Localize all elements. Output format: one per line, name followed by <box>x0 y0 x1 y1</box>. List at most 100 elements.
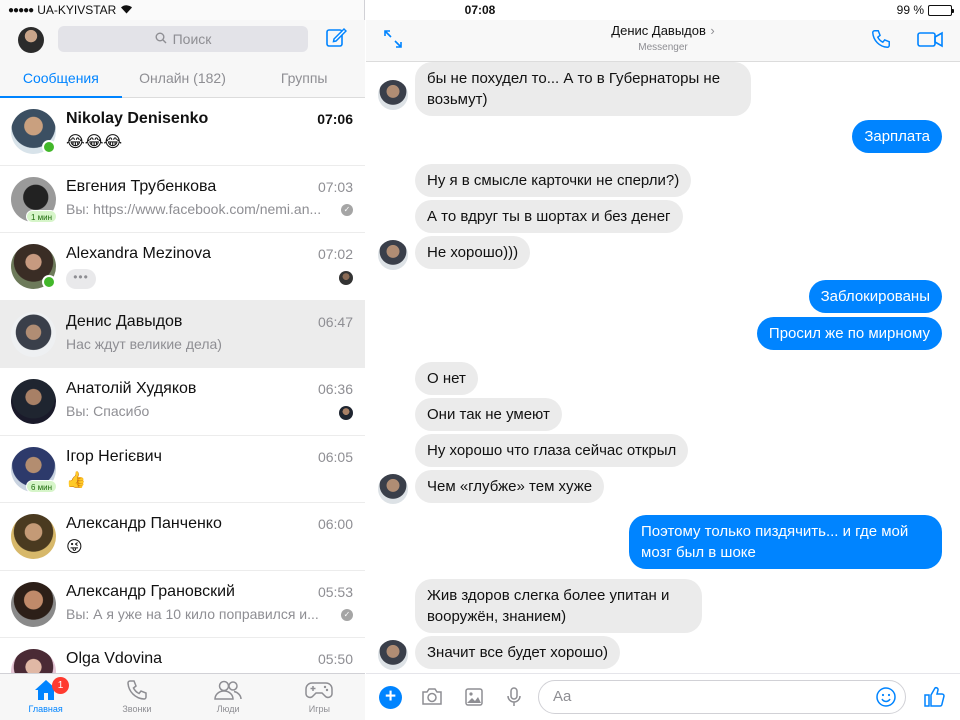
message-bubble-incoming[interactable]: Чем «глубже» тем хуже <box>415 470 605 503</box>
message-line: Не хорошо))) <box>427 244 519 261</box>
battery-info: 99 % <box>896 3 954 17</box>
contact-name: Денис Давыдов <box>611 23 706 38</box>
sidebar-header: Поиск Сообщения Онлайн (182) Группы <box>0 20 365 98</box>
people-icon <box>214 680 242 700</box>
phone-icon[interactable] <box>870 28 892 50</box>
bottom-tab-label: Игры <box>308 704 330 714</box>
conversation-row[interactable]: Александр Панченко 06:00 😜 <box>0 503 365 571</box>
message-bubble-incoming[interactable]: Значит все будет хорошо) <box>415 636 621 669</box>
conversation-row[interactable]: 1 мин Евгения Трубенкова 07:03 Вы: https… <box>0 166 365 233</box>
tab-online[interactable]: Онлайн (182) <box>122 62 244 98</box>
message-input[interactable]: Aa <box>538 680 906 714</box>
conversation-name: Olga Vdovina <box>66 650 163 667</box>
conversation-row[interactable]: Александр Грановский 05:53 Вы: А я уже н… <box>0 571 365 638</box>
contact-avatar <box>378 240 408 270</box>
contact-avatar <box>378 80 408 110</box>
avatar <box>11 311 56 357</box>
bottom-tab-people[interactable]: Люди <box>183 674 274 720</box>
message-line: мозг был в шоке <box>641 544 756 561</box>
sent-check-icon: ✓ <box>341 203 353 216</box>
conversation-name: Александр Грановский <box>66 582 235 600</box>
message-line: Жив здоров слегка более упитан и <box>427 587 670 604</box>
message-bubble-incoming[interactable]: Ну я в смысле карточки не сперли?) <box>415 164 692 197</box>
conversation-name: Анатолій Худяков <box>66 380 197 397</box>
message-bubble-incoming[interactable]: бы не похудел то... А то в Губернаторы н… <box>415 62 751 116</box>
contact-avatar <box>378 640 408 670</box>
message-bubble-incoming[interactable]: А то вдруг ты в шортах и без денег <box>415 200 683 233</box>
conversation-row[interactable]: Alexandra Mezinova 07:02 ••• <box>0 233 365 301</box>
message-line: Ну я в смысле карточки не сперли?) <box>427 172 680 189</box>
message-line: Ну хорошо что глаза сейчас открыл <box>427 442 677 459</box>
message-bubble-outgoing[interactable]: Зарплата <box>852 120 942 153</box>
conversation-time: 06:00 <box>317 516 353 532</box>
message-bubble-incoming[interactable]: О нет <box>415 362 478 395</box>
conversation-name: Денис Давыдов <box>66 312 183 330</box>
conversation-row[interactable]: 6 мин Ігор Негієвич 06:05 👍 <box>0 436 365 503</box>
tab-groups[interactable]: Группы <box>243 62 365 98</box>
online-indicator <box>42 140 56 154</box>
message-line: Чем «глубже» тем хуже <box>427 478 593 495</box>
conversation-time: 07:02 <box>317 246 353 262</box>
online-indicator <box>42 275 56 289</box>
message-bubble-outgoing[interactable]: Просил же по мирному <box>756 317 942 350</box>
clock: 07:08 <box>464 3 496 17</box>
bottom-tab-home[interactable]: Главная 1 <box>0 674 91 720</box>
chevron-right-icon: › <box>710 23 715 38</box>
message-bubble-incoming[interactable]: Ну хорошо что глаза сейчас открыл <box>415 434 689 467</box>
compose-icon[interactable] <box>325 26 348 48</box>
search-input[interactable]: Поиск <box>58 26 308 52</box>
chat-pane: Денис Давыдов › Messenger бы не похудел … <box>366 0 960 720</box>
conversation-preview: Вы: Спасибо <box>66 403 150 419</box>
message-bubble-outgoing[interactable]: Поэтому только пиздячить... и где мой мо… <box>629 515 942 569</box>
message-line: Значит все будет хорошо) <box>427 644 609 661</box>
message-line: Просил же по мирному <box>768 325 930 342</box>
conversation-row[interactable]: Nikolay Denisenko 07:06 😂😂😂 <box>0 98 365 166</box>
conversation-time: 05:50 <box>317 651 353 667</box>
message-composer: + Aa <box>366 673 960 720</box>
conversation-time: 06:47 <box>317 313 353 330</box>
message-bubble-incoming[interactable]: Жив здоров слегка более упитан и вооружё… <box>415 579 702 633</box>
bottom-tab-games[interactable]: Игры <box>274 674 365 720</box>
conversation-row[interactable]: Анатолій Худяков 06:36 Вы: Спасибо <box>0 368 365 436</box>
conversation-name: Ігор Негієвич <box>66 447 162 465</box>
conversation-list: Nikolay Denisenko 07:06 😂😂😂 1 мин Евгени… <box>0 98 365 673</box>
conversation-time: 07:06 <box>317 111 353 127</box>
notification-badge: 1 <box>52 677 69 694</box>
video-icon[interactable] <box>916 28 944 50</box>
message-line: вооружён, знанием) <box>427 608 567 625</box>
active-minutes-badge: 6 мин <box>26 479 58 493</box>
bottom-tab-calls[interactable]: Звонки <box>91 674 182 720</box>
battery-icon <box>928 4 954 16</box>
conversation-row[interactable]: Olga Vdovina 05:50 <box>0 638 365 673</box>
sent-check-icon: ✓ <box>341 608 353 621</box>
bottom-tab-label: Главная <box>28 704 63 714</box>
camera-icon[interactable] <box>420 685 444 709</box>
message-bubble-incoming[interactable]: Не хорошо))) <box>415 236 531 269</box>
conversation-row-selected[interactable]: Денис Давыдов 06:47 Нас ждут великие дел… <box>0 300 365 368</box>
image-icon[interactable] <box>462 685 486 709</box>
conversation-time: 06:05 <box>317 448 353 465</box>
avatar <box>11 514 56 559</box>
message-line: А то вдруг ты в шортах и без денег <box>427 208 671 225</box>
message-line: Зарплата <box>864 128 930 145</box>
tab-messages[interactable]: Сообщения <box>0 62 122 98</box>
smile-icon[interactable] <box>875 686 897 708</box>
typing-indicator: ••• <box>66 269 96 289</box>
message-input-placeholder: Aa <box>553 688 572 705</box>
mic-icon[interactable] <box>502 685 526 709</box>
chat-header: Денис Давыдов › Messenger <box>366 20 960 62</box>
message-line: Они так не умеют <box>427 406 550 423</box>
plus-icon[interactable]: + <box>379 686 402 709</box>
battery-percent: 99 % <box>896 3 924 17</box>
seen-avatar <box>339 271 353 285</box>
calls-icon <box>127 680 147 700</box>
conversation-preview: Вы: А я уже на 10 кило поправился и... <box>66 605 319 622</box>
conversation-preview: Нас ждут великие дела) <box>66 335 222 352</box>
bottom-tab-label: Звонки <box>122 704 152 714</box>
profile-avatar[interactable] <box>18 27 44 53</box>
message-bubble-incoming[interactable]: Они так не умеют <box>415 398 562 431</box>
conversation-emoji-preview: 👍 <box>66 471 86 489</box>
message-bubble-outgoing[interactable]: Заблокированы <box>808 280 942 313</box>
like-icon[interactable] <box>922 685 946 709</box>
search-icon <box>155 32 167 47</box>
